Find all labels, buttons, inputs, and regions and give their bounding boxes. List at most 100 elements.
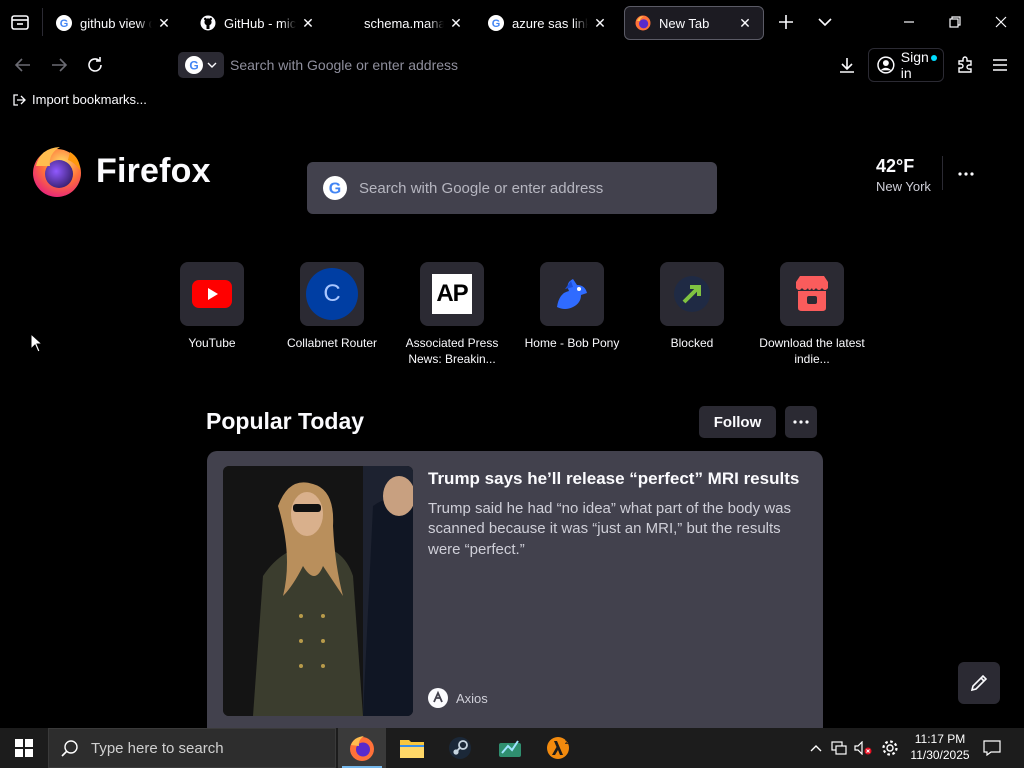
mouse-cursor-icon: [30, 333, 42, 353]
hamburger-menu-icon: [993, 59, 1007, 71]
notifications-button[interactable]: [978, 728, 1006, 768]
back-button[interactable]: [10, 52, 36, 78]
firefox-icon: [33, 147, 81, 197]
tab-separator: [42, 8, 43, 36]
ntp-search-box[interactable]: G: [307, 162, 717, 214]
reload-button[interactable]: [82, 52, 108, 78]
site-label: YouTube: [188, 336, 236, 350]
ntp-search-input[interactable]: [359, 179, 717, 197]
tab-close-icon[interactable]: ✕: [448, 15, 464, 31]
top-site-collabnet[interactable]: C Collabnet Router: [272, 262, 392, 352]
weather-menu-button[interactable]: [954, 164, 978, 184]
forward-button[interactable]: [46, 52, 72, 78]
taskbar-app-firefox[interactable]: [338, 728, 386, 768]
tab-list-icon: [11, 15, 29, 30]
taskbar-app-half-life[interactable]: 2: [534, 728, 582, 768]
tray-volume[interactable]: [852, 728, 874, 768]
chevron-down-icon: [207, 62, 217, 68]
minimize-button[interactable]: [886, 0, 932, 44]
tab-title: github view dele: [80, 15, 152, 31]
customize-button[interactable]: [958, 662, 1000, 704]
tab-new-tab[interactable]: New Tab ✕: [624, 6, 764, 40]
import-icon: [13, 93, 26, 106]
site-label: Collabnet Router: [286, 336, 378, 350]
restore-button[interactable]: [932, 0, 978, 44]
firefox-icon: [350, 736, 374, 761]
tab-title: azure sas link ex: [512, 15, 588, 31]
top-site-itch-io[interactable]: Download the latest indie...: [752, 262, 872, 367]
search-engine-button[interactable]: G: [178, 52, 224, 78]
pencil-icon: [970, 674, 988, 692]
tab-list-button[interactable]: [8, 10, 32, 34]
notification-dot: [931, 55, 937, 61]
chevron-up-icon: [810, 745, 822, 752]
taskbar-search-box[interactable]: Type here to search: [48, 728, 336, 768]
ap-logo-icon: AP: [432, 274, 472, 314]
network-icon: [831, 741, 847, 755]
top-site-bob-pony[interactable]: Home - Bob Pony: [512, 262, 632, 352]
import-bookmarks-button[interactable]: Import bookmarks...: [12, 92, 147, 107]
taskbar-clock[interactable]: 11:17 PM 11/30/2025: [906, 731, 974, 763]
downloads-button[interactable]: [834, 52, 860, 78]
popular-menu-button[interactable]: [785, 406, 817, 438]
taskbar-app-file-explorer[interactable]: [388, 728, 436, 768]
popular-today-heading: Popular Today: [206, 408, 365, 434]
story-source-name: Axios: [456, 690, 488, 706]
google-g-icon: G: [488, 15, 504, 31]
tab-title: schema.manage: [364, 15, 444, 31]
google-g-icon: G: [185, 56, 203, 74]
more-horizontal-icon: [958, 172, 974, 176]
tab-github-microsoft[interactable]: GitHub - micros ✕: [190, 6, 326, 40]
restore-icon: [949, 16, 961, 28]
arrow-right-icon: [52, 58, 68, 72]
site-tile: AP: [420, 262, 484, 326]
taskbar-app-steam[interactable]: [436, 728, 484, 768]
chevron-down-icon: [818, 18, 832, 27]
file-explorer-icon: [400, 740, 424, 758]
site-tile: C: [300, 262, 364, 326]
app-menu-button[interactable]: [987, 52, 1013, 78]
site-tile: [780, 262, 844, 326]
weather-separator: [942, 156, 943, 190]
search-icon: [61, 740, 78, 757]
site-label: Download the latest indie...: [759, 336, 865, 366]
top-site-blocked[interactable]: Blocked: [632, 262, 752, 352]
extensions-button[interactable]: [952, 52, 978, 78]
tray-overflow-button[interactable]: [806, 728, 826, 768]
url-bar: G: [176, 50, 826, 80]
tab-github-view[interactable]: G github view dele ✕: [46, 6, 182, 40]
svg-text:G: G: [329, 181, 341, 198]
itch-io-icon: [796, 276, 828, 311]
list-all-tabs-button[interactable]: [813, 10, 837, 34]
close-window-button[interactable]: [978, 0, 1024, 44]
tray-network[interactable]: [828, 728, 850, 768]
new-tab-button[interactable]: [774, 10, 798, 34]
logo-wordmark: Firefox: [96, 151, 211, 190]
tab-close-icon[interactable]: ✕: [737, 15, 753, 31]
sign-in-label: Sign in: [900, 49, 929, 81]
sign-in-button[interactable]: Sign in: [868, 48, 944, 82]
svg-text:G: G: [492, 18, 501, 30]
follow-button[interactable]: Follow: [699, 406, 776, 438]
url-input[interactable]: [224, 57, 826, 73]
download-icon: [840, 58, 854, 73]
tab-close-icon[interactable]: ✕: [300, 15, 316, 31]
blocked-arrow-icon: [674, 276, 710, 312]
start-button[interactable]: [0, 728, 48, 768]
site-label: Associated Press News: Breakin...: [405, 336, 499, 366]
tab-close-icon[interactable]: ✕: [156, 15, 172, 31]
google-g-icon: G: [56, 15, 72, 31]
story-card[interactable]: Trump says he’ll release “perfect” MRI r…: [207, 451, 823, 728]
tab-close-icon[interactable]: ✕: [592, 15, 608, 31]
story-title[interactable]: Trump says he’ll release “perfect” MRI r…: [428, 469, 799, 489]
reload-icon: [88, 57, 102, 72]
weather-widget[interactable]: 42°F New York: [876, 156, 931, 194]
tab-schema-manage[interactable]: schema.manage ✕: [334, 6, 474, 40]
axios-logo-icon: [428, 688, 448, 708]
arrow-left-icon: [14, 58, 30, 72]
top-site-youtube[interactable]: YouTube: [152, 262, 272, 352]
taskbar-app-pinned[interactable]: [486, 728, 534, 768]
tray-settings[interactable]: [878, 728, 902, 768]
top-site-ap-news[interactable]: AP Associated Press News: Breakin...: [392, 262, 512, 367]
tab-azure-sas[interactable]: G azure sas link ex ✕: [478, 6, 618, 40]
